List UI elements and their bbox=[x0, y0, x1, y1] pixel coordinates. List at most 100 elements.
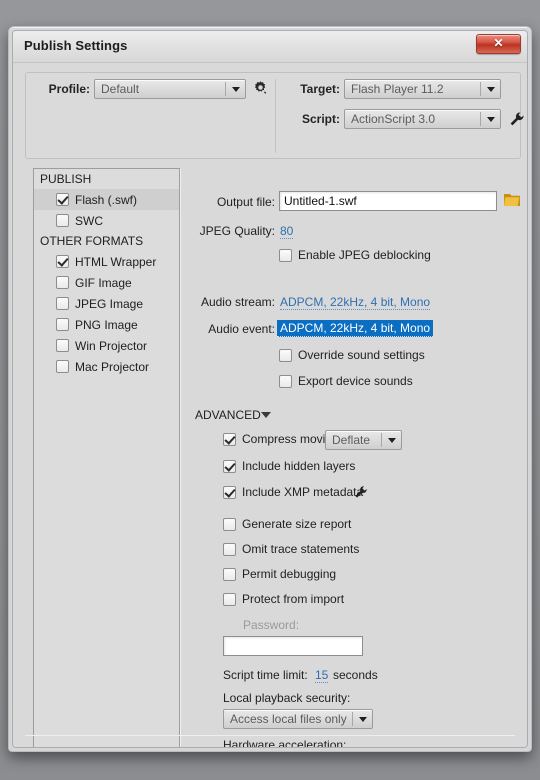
ok-button[interactable]: OK bbox=[387, 747, 459, 748]
protect-from-import-row[interactable]: Protect from import bbox=[223, 592, 344, 606]
footer-separator bbox=[25, 735, 515, 736]
checkbox-gif-image[interactable] bbox=[56, 276, 69, 289]
combo-divider bbox=[381, 433, 382, 447]
chevron-down-icon bbox=[388, 438, 396, 443]
checkbox-jpeg-image[interactable] bbox=[56, 297, 69, 310]
dialog-title: Publish Settings bbox=[24, 38, 128, 53]
script-label: Script: bbox=[301, 112, 340, 126]
enable-jpeg-deblocking-row[interactable]: Enable JPEG deblocking bbox=[279, 248, 431, 262]
wrench-icon[interactable] bbox=[509, 111, 525, 127]
close-icon: ✕ bbox=[493, 36, 504, 50]
output-file-value: Untitled-1.swf bbox=[284, 194, 357, 208]
list-item-mac-projector[interactable]: Mac Projector bbox=[34, 356, 179, 377]
checkbox-mac-projector[interactable] bbox=[56, 360, 69, 373]
folder-icon[interactable] bbox=[503, 191, 521, 209]
combo-divider bbox=[480, 112, 481, 126]
publish-settings-dialog: Publish Settings ✕ Profile: Default Targ… bbox=[8, 26, 532, 752]
audio-stream-value[interactable]: ADPCM, 22kHz, 4 bit, Mono bbox=[280, 295, 431, 310]
local-playback-security-label: Local playback security: bbox=[223, 691, 351, 705]
combo-divider bbox=[480, 82, 481, 96]
list-item-label: HTML Wrapper bbox=[75, 254, 157, 269]
export-device-sounds-row[interactable]: Export device sounds bbox=[279, 374, 413, 388]
override-sound-settings-row[interactable]: Override sound settings bbox=[279, 348, 425, 362]
profile-value: Default bbox=[101, 82, 140, 96]
checkbox-html-wrapper[interactable] bbox=[56, 255, 69, 268]
compress-movie-label: Compress movie bbox=[242, 432, 333, 446]
dialog-body: Profile: Default Target: Flash Player 11… bbox=[13, 63, 527, 747]
password-input[interactable] bbox=[223, 636, 363, 656]
top-settings-panel: Profile: Default Target: Flash Player 11… bbox=[25, 72, 524, 159]
output-file-label: Output file: bbox=[216, 195, 275, 209]
wrench-icon[interactable] bbox=[354, 485, 368, 499]
checkbox-export-device-sounds[interactable] bbox=[279, 374, 292, 388]
include-xmp-metadata-row[interactable]: Include XMP metadata bbox=[223, 485, 363, 499]
checkbox-generate-size-report[interactable] bbox=[223, 517, 236, 531]
chevron-down-icon bbox=[359, 717, 367, 722]
checkbox-png-image[interactable] bbox=[56, 318, 69, 331]
checkbox-protect-from-import[interactable] bbox=[223, 592, 236, 606]
publish-button[interactable]: Publish bbox=[305, 747, 377, 748]
permit-debugging-row[interactable]: Permit debugging bbox=[223, 567, 336, 581]
compress-movie-row[interactable]: Compress movie bbox=[223, 432, 332, 446]
checkbox-swc[interactable] bbox=[56, 214, 69, 227]
advanced-section-title[interactable]: ADVANCED bbox=[195, 408, 261, 422]
checkbox-override-sound-settings[interactable] bbox=[279, 348, 292, 362]
script-dropdown[interactable]: ActionScript 3.0 bbox=[344, 109, 501, 129]
export-device-sounds-label: Export device sounds bbox=[298, 374, 413, 388]
list-item-html-wrapper[interactable]: HTML Wrapper bbox=[34, 251, 179, 272]
local-playback-security-dropdown[interactable]: Access local files only bbox=[223, 709, 373, 729]
list-item-win-projector[interactable]: Win Projector bbox=[34, 335, 179, 356]
panel-divider bbox=[275, 79, 276, 153]
permit-debugging-label: Permit debugging bbox=[242, 567, 337, 581]
generate-size-report-label: Generate size report bbox=[242, 517, 352, 531]
jpeg-quality-label: JPEG Quality: bbox=[199, 224, 275, 238]
gear-icon[interactable] bbox=[253, 80, 268, 95]
chevron-down-icon[interactable] bbox=[261, 412, 271, 418]
group-title-publish: PUBLISH bbox=[40, 172, 92, 186]
list-item-gif-image[interactable]: GIF Image bbox=[34, 272, 179, 293]
list-item-label: SWC bbox=[75, 213, 103, 228]
target-dropdown[interactable]: Flash Player 11.2 bbox=[344, 79, 501, 99]
include-hidden-layers-row[interactable]: Include hidden layers bbox=[223, 459, 355, 473]
checkbox-include-xmp-metadata[interactable] bbox=[223, 485, 236, 499]
compress-movie-dropdown[interactable]: Deflate bbox=[325, 430, 402, 450]
dialog-inner: Publish Settings ✕ Profile: Default Targ… bbox=[12, 30, 528, 748]
profile-label: Profile: bbox=[48, 82, 90, 96]
include-xmp-metadata-label: Include XMP metadata bbox=[242, 485, 364, 499]
audio-event-value[interactable]: ADPCM, 22kHz, 4 bit, Mono bbox=[277, 320, 434, 337]
title-bar[interactable]: Publish Settings ✕ bbox=[13, 31, 527, 63]
chevron-down-icon bbox=[232, 87, 240, 92]
format-list[interactable]: PUBLISH Flash (.swf) SWC OTHER FORMATS H… bbox=[33, 168, 180, 747]
checkbox-permit-debugging[interactable] bbox=[223, 567, 236, 581]
chevron-down-icon bbox=[487, 87, 495, 92]
script-time-limit-unit: seconds bbox=[333, 668, 378, 682]
combo-divider bbox=[352, 712, 353, 726]
protect-from-import-label: Protect from import bbox=[242, 592, 345, 606]
checkbox-include-hidden-layers[interactable] bbox=[223, 459, 236, 473]
cancel-button[interactable]: Cancel bbox=[469, 747, 528, 748]
enable-jpeg-deblocking-label: Enable JPEG deblocking bbox=[298, 248, 431, 262]
jpeg-quality-value[interactable]: 80 bbox=[280, 224, 294, 239]
script-time-limit-value[interactable]: 15 bbox=[315, 668, 329, 683]
close-button[interactable]: ✕ bbox=[476, 34, 521, 54]
generate-size-report-row[interactable]: Generate size report bbox=[223, 517, 351, 531]
output-file-input[interactable]: Untitled-1.swf bbox=[279, 191, 497, 211]
list-item-label: Win Projector bbox=[75, 338, 148, 353]
local-playback-security-value: Access local files only bbox=[230, 712, 347, 726]
compress-movie-value: Deflate bbox=[332, 433, 371, 447]
checkbox-compress-movie[interactable] bbox=[223, 432, 236, 446]
omit-trace-statements-row[interactable]: Omit trace statements bbox=[223, 542, 359, 556]
help-button[interactable]: Help bbox=[223, 747, 295, 748]
list-item-label: Mac Projector bbox=[75, 359, 150, 374]
checkbox-flash-swf[interactable] bbox=[56, 193, 69, 206]
checkbox-win-projector[interactable] bbox=[56, 339, 69, 352]
omit-trace-statements-label: Omit trace statements bbox=[242, 542, 360, 556]
script-time-limit-label: Script time limit: bbox=[223, 668, 308, 682]
profile-dropdown[interactable]: Default bbox=[94, 79, 246, 99]
combo-divider bbox=[225, 82, 226, 96]
checkbox-enable-jpeg-deblocking[interactable] bbox=[279, 248, 292, 262]
checkbox-omit-trace-statements[interactable] bbox=[223, 542, 236, 556]
audio-event-label: Audio event: bbox=[208, 322, 275, 336]
target-label: Target: bbox=[300, 82, 340, 96]
include-hidden-layers-label: Include hidden layers bbox=[242, 459, 356, 473]
